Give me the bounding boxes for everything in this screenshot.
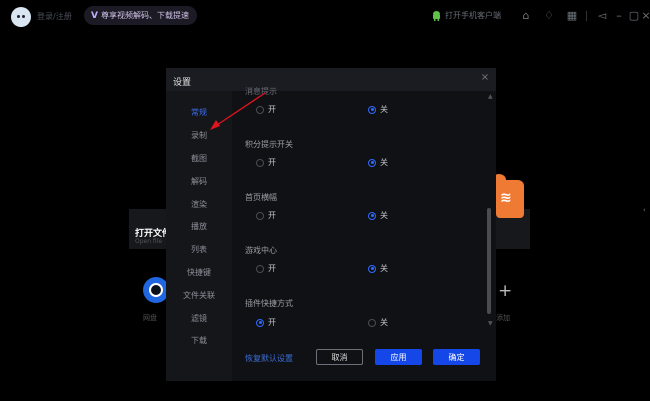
- android-client-link[interactable]: 打开手机客户端: [432, 10, 501, 21]
- minimize-icon[interactable]: –: [612, 9, 626, 23]
- vip-icon: V: [91, 10, 98, 21]
- gift-icon[interactable]: ⌂: [519, 9, 533, 23]
- cloud-disk-caption: 网盘: [143, 314, 157, 322]
- grid-icon[interactable]: ▦: [565, 9, 579, 23]
- scroll-down-icon[interactable]: ▼: [488, 320, 493, 327]
- scroll-up-icon[interactable]: ▲: [488, 93, 493, 100]
- back-icon[interactable]: ◅: [595, 9, 609, 23]
- radio-points-off[interactable]: 关: [368, 157, 388, 168]
- nav-item-render[interactable]: 渲染: [166, 199, 232, 210]
- promo-app-icon[interactable]: ≋: [492, 174, 524, 218]
- section-label-points: 积分提示开关: [245, 140, 293, 149]
- android-icon: [433, 10, 440, 21]
- nav-item-playlist[interactable]: 列表: [166, 244, 232, 255]
- restore-defaults-link[interactable]: 恢复默认设置: [245, 353, 293, 364]
- add-caption: 添加: [496, 314, 510, 322]
- nav-item-screenshot[interactable]: 截图: [166, 153, 232, 164]
- ok-button[interactable]: 确定: [433, 349, 480, 365]
- bell-icon[interactable]: ♢: [542, 9, 556, 23]
- android-label: 打开手机客户端: [445, 11, 501, 20]
- apply-button[interactable]: 应用: [375, 349, 422, 365]
- dialog-close-icon[interactable]: ×: [478, 72, 492, 86]
- radio-banner-off[interactable]: 关: [368, 210, 388, 221]
- section-label-plugin-shortcut: 插件快捷方式: [245, 299, 293, 308]
- nav-item-playback[interactable]: 播放: [166, 221, 232, 232]
- radio-banner-on[interactable]: 开: [256, 210, 276, 221]
- add-icon[interactable]: +: [498, 281, 512, 301]
- nav-item-filter[interactable]: 滤镜: [166, 313, 232, 324]
- radio-plugin-on[interactable]: 开: [256, 317, 276, 328]
- nav-item-download[interactable]: 下载: [166, 335, 232, 346]
- radio-game-off[interactable]: 关: [368, 263, 388, 274]
- vip-banner[interactable]: V 尊享视频解码、下载提速: [84, 6, 197, 25]
- annotation-arrow: [210, 92, 266, 130]
- radio-game-on[interactable]: 开: [256, 263, 276, 274]
- radio-plugin-off[interactable]: 关: [368, 317, 388, 328]
- section-label-banner: 首页横幅: [245, 193, 277, 202]
- nav-item-hotkeys[interactable]: 快捷键: [166, 267, 232, 278]
- settings-content: [232, 91, 496, 381]
- scrollbar-thumb[interactable]: [487, 208, 491, 314]
- dialog-title: 设置: [173, 78, 192, 88]
- edge-chevron-icon[interactable]: ‹: [643, 206, 646, 214]
- radio-points-on[interactable]: 开: [256, 157, 276, 168]
- toolbar-divider: [586, 11, 587, 21]
- vip-label: 尊享视频解码、下载提速: [100, 11, 189, 20]
- radio-message-off[interactable]: 关: [368, 104, 388, 115]
- section-label-game-center: 游戏中心: [245, 246, 277, 255]
- cancel-button[interactable]: 取消: [316, 349, 363, 365]
- nav-item-decode[interactable]: 解码: [166, 176, 232, 187]
- open-file-subtitle: Open file: [135, 238, 163, 245]
- nav-item-file-association[interactable]: 文件关联: [166, 290, 232, 301]
- close-icon[interactable]: ×: [639, 9, 650, 23]
- login-link[interactable]: 登录/注册: [37, 11, 72, 22]
- user-avatar[interactable]: [11, 7, 31, 27]
